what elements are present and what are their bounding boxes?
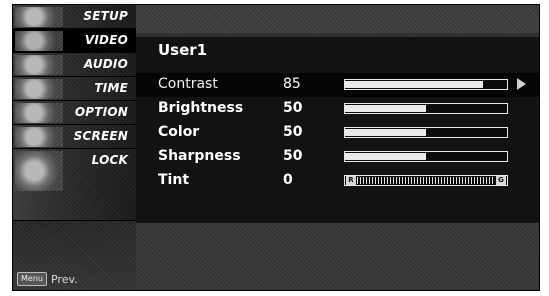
setting-label: Brightness <box>158 100 244 116</box>
tv-osd-screen: SETUP VIDEO AUDIO TIME OPTION SCREEN LOC… <box>12 4 540 291</box>
sidebar-item-label: VIDEO <box>84 33 128 47</box>
sidebar-item-setup[interactable]: SETUP <box>13 5 136 29</box>
tint-red-marker: R <box>346 176 356 185</box>
lock-thumbnail-icon <box>15 151 63 191</box>
sidebar-item-label: SCREEN <box>73 129 128 143</box>
sidebar-item-time[interactable]: TIME <box>13 77 136 101</box>
setting-value: 85 <box>283 76 301 92</box>
setting-value: 50 <box>283 100 303 116</box>
menu-key-icon: Menu <box>17 272 47 286</box>
screen-thumbnail-icon <box>15 127 63 147</box>
slider-fill <box>345 105 426 112</box>
sidebar-item-video[interactable]: VIDEO <box>13 29 136 53</box>
brightness-slider[interactable] <box>344 103 508 114</box>
sidebar-item-screen[interactable]: SCREEN <box>13 125 136 149</box>
sidebar-item-lock[interactable]: LOCK <box>13 149 136 221</box>
sidebar-footer: Menu Prev. <box>13 221 136 290</box>
sidebar-item-label: AUDIO <box>83 57 128 71</box>
setup-thumbnail-icon <box>15 7 63 27</box>
sidebar: SETUP VIDEO AUDIO TIME OPTION SCREEN LOC… <box>13 5 136 290</box>
picture-mode-title: User1 <box>158 41 208 59</box>
slider-fill <box>345 81 483 88</box>
setting-value: 50 <box>283 148 303 164</box>
setting-label: Tint <box>158 172 190 188</box>
video-settings-panel: User1 Contrast 85 Brightness 50 Color 50 <box>136 5 539 290</box>
setting-row-contrast[interactable]: Contrast 85 <box>136 73 539 97</box>
contrast-slider[interactable] <box>344 79 508 90</box>
color-slider[interactable] <box>344 127 508 138</box>
setting-label: Color <box>158 124 200 140</box>
setting-row-sharpness[interactable]: Sharpness 50 <box>136 145 539 169</box>
prev-label: Prev. <box>50 272 78 286</box>
tint-scale <box>357 177 495 184</box>
audio-thumbnail-icon <box>15 55 63 75</box>
sidebar-item-label: SETUP <box>83 9 128 23</box>
slider-fill <box>345 153 426 160</box>
setting-value: 0 <box>283 172 293 188</box>
setting-label: Sharpness <box>158 148 241 164</box>
setting-label: Contrast <box>158 76 218 92</box>
video-thumbnail-icon <box>15 31 63 51</box>
option-thumbnail-icon <box>15 103 63 123</box>
sidebar-item-label: OPTION <box>74 105 128 119</box>
footer-band <box>136 223 539 290</box>
sharpness-slider[interactable] <box>344 151 508 162</box>
setting-row-color[interactable]: Color 50 <box>136 121 539 145</box>
setting-row-tint[interactable]: Tint 0 R G <box>136 169 539 193</box>
prev-hint[interactable]: Menu Prev. <box>17 272 78 286</box>
right-arrow-icon[interactable] <box>517 78 526 90</box>
slider-fill <box>345 129 426 136</box>
sidebar-item-label: LOCK <box>91 153 128 167</box>
tint-slider[interactable]: R G <box>344 175 508 186</box>
time-thumbnail-icon <box>15 79 63 99</box>
setting-row-brightness[interactable]: Brightness 50 <box>136 97 539 121</box>
header-band <box>136 5 539 33</box>
sidebar-item-label: TIME <box>94 81 128 95</box>
sidebar-item-option[interactable]: OPTION <box>13 101 136 125</box>
setting-value: 50 <box>283 124 303 140</box>
picture-settings-list: User1 Contrast 85 Brightness 50 Color 50 <box>136 37 539 223</box>
tint-green-marker: G <box>496 176 506 185</box>
sidebar-item-audio[interactable]: AUDIO <box>13 53 136 77</box>
